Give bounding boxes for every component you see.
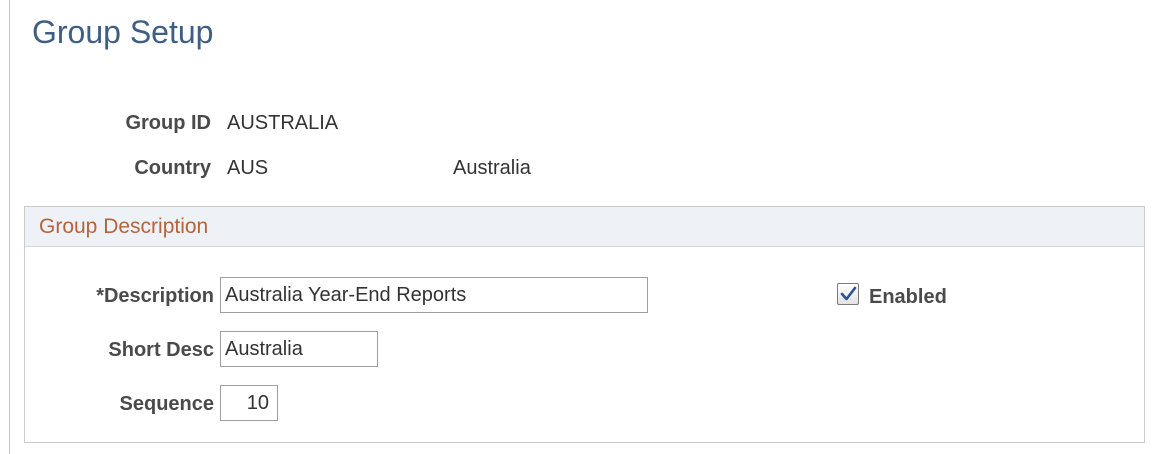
enabled-checkbox[interactable] xyxy=(837,283,859,305)
short-desc-label: Short Desc xyxy=(108,339,214,361)
group-description-header: Group Description xyxy=(25,207,1144,247)
sequence-input[interactable] xyxy=(220,385,278,421)
country-code-value: AUS xyxy=(227,157,269,179)
group-id-value: AUSTRALIA xyxy=(227,112,339,134)
group-id-label: Group ID xyxy=(125,112,211,134)
page-title: Group Setup xyxy=(32,14,214,50)
description-label: *Description xyxy=(96,285,214,307)
country-label: Country xyxy=(134,157,211,179)
country-name-value: Australia xyxy=(453,157,531,179)
short-desc-input[interactable] xyxy=(220,331,378,367)
sequence-label: Sequence xyxy=(119,393,214,415)
group-description-title: Group Description xyxy=(39,215,209,238)
enabled-label[interactable]: Enabled xyxy=(869,286,947,309)
checkmark-icon xyxy=(840,286,857,301)
page-frame-border xyxy=(9,0,10,454)
description-input[interactable] xyxy=(220,277,648,313)
